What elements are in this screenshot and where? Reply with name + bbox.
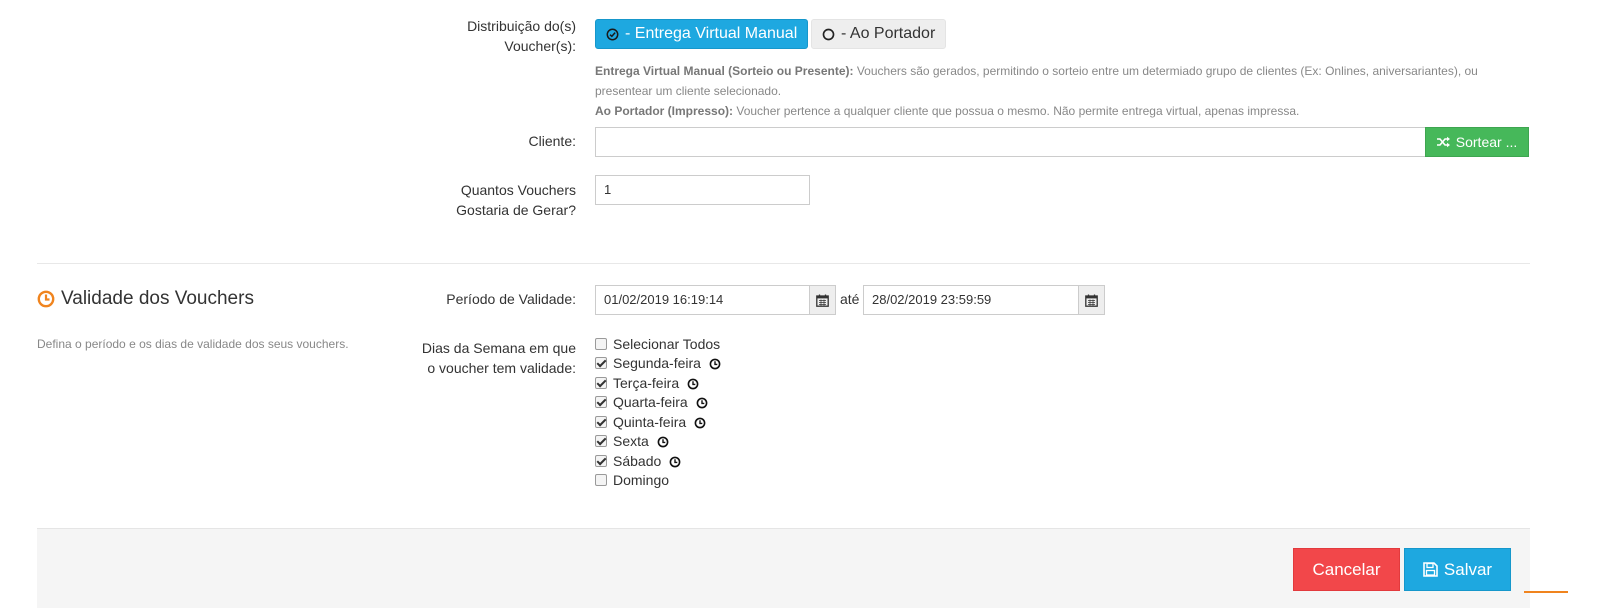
schedule-clock-icon[interactable] (696, 396, 708, 409)
client-input[interactable] (595, 127, 1426, 157)
clock-icon (37, 290, 55, 308)
help-bearer: Ao Portador (Impresso): Voucher pertence… (595, 104, 1300, 118)
weekday-checkbox[interactable] (595, 435, 607, 448)
schedule-clock-icon[interactable] (709, 357, 721, 370)
select-all-row[interactable]: Selecionar Todos (595, 334, 721, 354)
schedule-clock-icon[interactable] (694, 416, 706, 429)
client-label: Cliente: (528, 133, 576, 149)
date-separator: até (840, 291, 860, 307)
weekdays-label: Dias da Semana em que o voucher tem vali… (421, 340, 576, 376)
end-date-input[interactable]: 28/02/2019 23:59:59 (863, 285, 1079, 315)
weekday-checkbox[interactable] (595, 474, 607, 487)
start-date-calendar-button[interactable] (809, 285, 836, 315)
weekday-row[interactable]: Segunda-feira (595, 354, 721, 374)
weekday-row[interactable]: Domingo (595, 471, 721, 491)
weekday-label: Sábado (613, 452, 662, 469)
weekday-checkbox[interactable] (595, 415, 607, 428)
check-circle-icon (606, 28, 619, 40)
option-virtual-manual-button[interactable]: - Entrega Virtual Manual (595, 19, 809, 49)
draw-button[interactable]: Sortear ... (1425, 127, 1529, 157)
weekdays-list: Selecionar Todos Segunda-feira Terça-feir… (595, 334, 721, 490)
weekday-checkbox[interactable] (595, 454, 607, 467)
weekday-label: Terça-feira (613, 374, 680, 391)
weekday-checkbox[interactable] (595, 357, 607, 370)
option-bearer-button[interactable]: - Ao Portador (811, 19, 947, 49)
end-date-calendar-button[interactable] (1078, 285, 1105, 315)
shuffle-icon (1436, 136, 1450, 148)
weekday-checkbox[interactable] (595, 396, 607, 409)
save-button[interactable]: Salvar (1404, 548, 1511, 591)
validity-section-title: Validade dos Vouchers (37, 288, 254, 310)
help-virtual: Entrega Virtual Manual (Sorteio ou Prese… (595, 64, 1478, 98)
start-date-input[interactable]: 01/02/2019 16:19:14 (595, 285, 810, 315)
distribution-label: Distribuição do(s) Voucher(s): (467, 18, 576, 54)
weekday-label: Segunda-feira (613, 355, 701, 372)
weekday-label: Domingo (613, 472, 670, 489)
option-bearer-label: - Ao Portador (841, 25, 936, 42)
weekday-row[interactable]: Quinta-feira (595, 412, 721, 432)
schedule-clock-icon[interactable] (657, 435, 669, 448)
schedule-clock-icon[interactable] (687, 377, 699, 390)
save-icon (1423, 562, 1438, 577)
weekday-label: Quinta-feira (613, 413, 687, 430)
validity-section-desc: Defina o período e os dias de validade d… (37, 337, 349, 351)
weekday-row[interactable]: Sábado (595, 451, 721, 471)
select-all-checkbox[interactable] (595, 337, 607, 350)
calendar-icon (1085, 294, 1098, 307)
quantity-label: Quantos Vouchers Gostaria de Gerar? (456, 182, 576, 218)
weekday-checkbox[interactable] (595, 376, 607, 389)
distribution-help: Entrega Virtual Manual (Sorteio ou Prese… (595, 61, 1535, 121)
cancel-button[interactable]: Cancelar (1293, 548, 1400, 591)
weekday-row[interactable]: Sexta (595, 432, 721, 452)
accent-line (1524, 591, 1568, 593)
schedule-clock-icon[interactable] (669, 455, 681, 468)
quantity-input[interactable]: 1 (595, 175, 810, 205)
section-divider (37, 263, 1530, 264)
circle-outline-icon (822, 28, 835, 40)
period-label: Período de Validade: (446, 291, 576, 307)
weekday-row[interactable]: Quarta-feira (595, 393, 721, 413)
weekday-row[interactable]: Terça-feira (595, 373, 721, 393)
weekday-label: Sexta (613, 433, 649, 450)
calendar-icon (816, 294, 829, 307)
weekday-label: Quarta-feira (613, 394, 688, 411)
option-virtual-manual-label: - Entrega Virtual Manual (625, 25, 798, 42)
